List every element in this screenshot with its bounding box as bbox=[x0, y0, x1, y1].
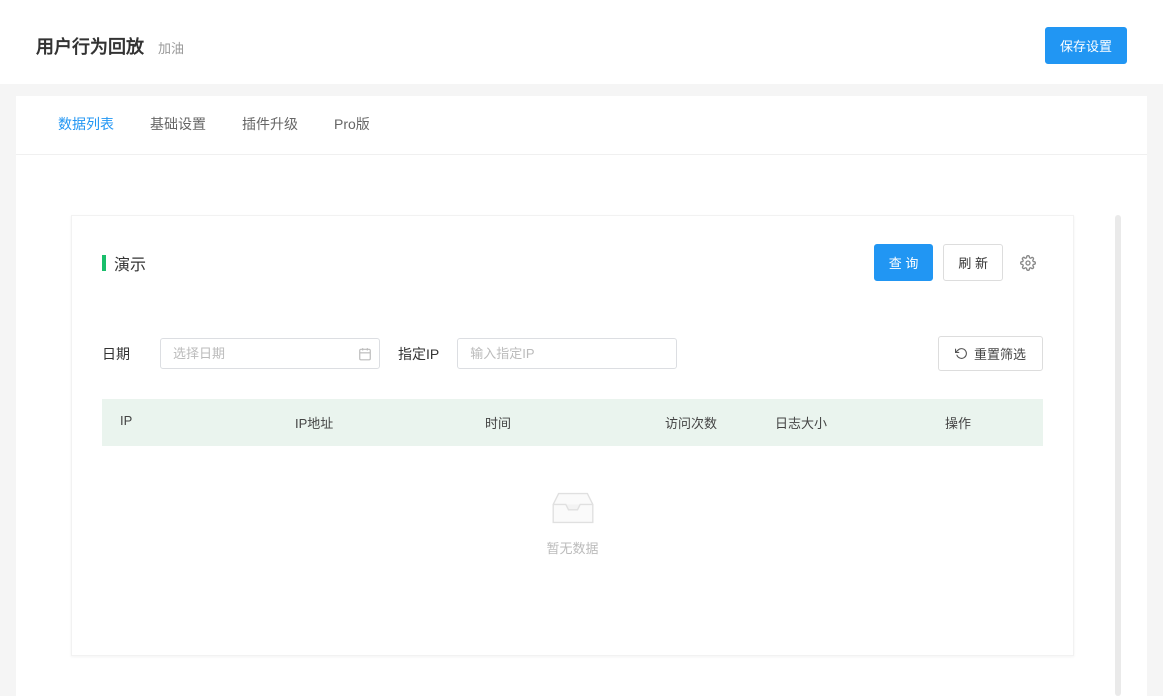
tab-pro[interactable]: Pro版 bbox=[332, 96, 372, 154]
page-title: 用户行为回放 bbox=[36, 33, 144, 59]
main-container: 数据列表 基础设置 插件升级 Pro版 演示 查 询 刷 新 bbox=[16, 96, 1147, 696]
card-title: 演示 bbox=[102, 251, 146, 275]
card-header: 演示 查 询 刷 新 bbox=[102, 244, 1043, 281]
table-header-row: IP IP地址 时间 访问次数 日志大小 操作 bbox=[102, 399, 1043, 446]
card-title-text: 演示 bbox=[114, 251, 146, 275]
page-header: 用户行为回放 加油 保存设置 bbox=[0, 0, 1163, 84]
gear-icon bbox=[1020, 255, 1036, 271]
th-time: 时间 bbox=[485, 413, 665, 432]
tab-basic-settings[interactable]: 基础设置 bbox=[148, 96, 208, 154]
query-button-label: 查 询 bbox=[889, 253, 919, 272]
save-settings-button[interactable]: 保存设置 bbox=[1045, 27, 1127, 64]
refresh-button[interactable]: 刷 新 bbox=[943, 244, 1003, 281]
tabs: 数据列表 基础设置 插件升级 Pro版 bbox=[16, 96, 1147, 155]
tab-label: 基础设置 bbox=[150, 116, 206, 132]
tab-data-list[interactable]: 数据列表 bbox=[56, 96, 116, 154]
settings-icon-button[interactable] bbox=[1013, 248, 1043, 278]
tab-plugin-upgrade[interactable]: 插件升级 bbox=[240, 96, 300, 154]
card-actions: 查 询 刷 新 bbox=[874, 244, 1043, 281]
save-button-label: 保存设置 bbox=[1060, 36, 1112, 55]
ip-label: 指定IP bbox=[398, 344, 439, 364]
empty-state: 暂无数据 bbox=[102, 446, 1043, 627]
filters-row: 日期 指定IP 重置筛选 bbox=[102, 336, 1043, 371]
tab-label: 数据列表 bbox=[58, 116, 114, 132]
reset-filter-button[interactable]: 重置筛选 bbox=[938, 336, 1043, 371]
inbox-icon bbox=[546, 488, 600, 528]
tab-label: 插件升级 bbox=[242, 116, 298, 132]
th-action: 操作 bbox=[945, 413, 1025, 432]
date-input[interactable] bbox=[160, 338, 380, 369]
tab-label: Pro版 bbox=[334, 116, 370, 132]
date-label: 日期 bbox=[102, 344, 142, 364]
reset-button-label: 重置筛选 bbox=[974, 344, 1026, 363]
ip-input[interactable] bbox=[457, 338, 677, 369]
date-input-wrap bbox=[160, 338, 380, 369]
calendar-icon bbox=[358, 347, 372, 361]
th-visit-count: 访问次数 bbox=[665, 413, 775, 432]
page-subtitle: 加油 bbox=[158, 38, 184, 57]
query-button[interactable]: 查 询 bbox=[874, 244, 934, 281]
th-ip-address: IP地址 bbox=[295, 413, 485, 432]
header-left: 用户行为回放 加油 bbox=[36, 33, 184, 59]
refresh-button-label: 刷 新 bbox=[958, 253, 988, 272]
empty-text: 暂无数据 bbox=[546, 538, 598, 557]
data-table: IP IP地址 时间 访问次数 日志大小 操作 暂无数据 bbox=[102, 399, 1043, 627]
th-log-size: 日志大小 bbox=[775, 413, 945, 432]
ip-input-wrap bbox=[457, 338, 677, 369]
reload-icon bbox=[955, 347, 968, 360]
th-ip: IP bbox=[120, 413, 295, 432]
data-card: 演示 查 询 刷 新 日期 bbox=[71, 215, 1074, 656]
content-wrap: 演示 查 询 刷 新 日期 bbox=[16, 155, 1147, 696]
